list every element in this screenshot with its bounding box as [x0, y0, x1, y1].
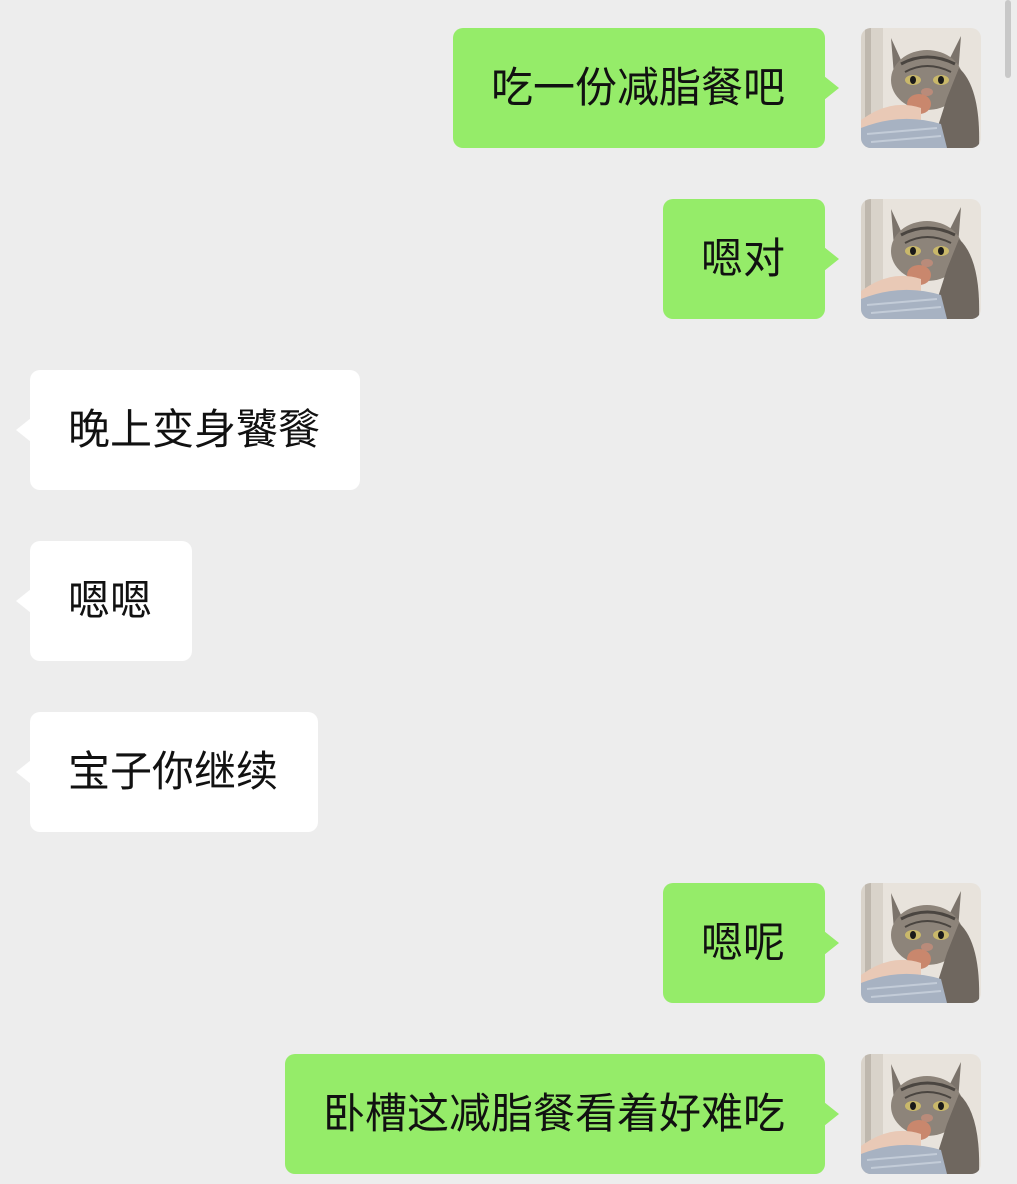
- message-bubble-incoming[interactable]: 嗯嗯: [15, 541, 193, 661]
- cat-photo-icon: [861, 199, 981, 319]
- message-bubble-outgoing[interactable]: 吃一份减脂餐吧: [452, 28, 840, 148]
- message-row-outgoing: 嗯对: [0, 199, 1017, 319]
- message-row-incoming: 宝子你继续: [0, 712, 1017, 832]
- cat-avatar[interactable]: [861, 1054, 981, 1174]
- cat-photo-icon: [861, 883, 981, 1003]
- cat-photo-icon: [861, 1054, 981, 1174]
- message-row-outgoing: 吃一份减脂餐吧: [0, 28, 1017, 148]
- message-bubble-outgoing[interactable]: 卧槽这减脂餐看着好难吃: [284, 1054, 840, 1174]
- message-bubble-outgoing[interactable]: 嗯对: [662, 199, 840, 319]
- cat-avatar[interactable]: [861, 28, 981, 148]
- message-bubble-incoming[interactable]: 晚上变身饕餮: [15, 370, 361, 490]
- message-row-incoming: 嗯嗯: [0, 541, 1017, 661]
- cat-photo-icon: [861, 28, 981, 148]
- cat-avatar[interactable]: [861, 883, 981, 1003]
- cat-avatar[interactable]: [861, 199, 981, 319]
- message-row-incoming: 晚上变身饕餮: [0, 370, 1017, 490]
- message-bubble-incoming[interactable]: 宝子你继续: [15, 712, 319, 832]
- message-row-outgoing: 嗯呢: [0, 883, 1017, 1003]
- chat-message-list[interactable]: 吃一份减脂餐吧 嗯对 晚上变身饕餮 嗯嗯 宝子你继续 嗯呢 卧槽这减脂餐看着好难…: [0, 0, 1017, 1184]
- message-row-outgoing: 卧槽这减脂餐看着好难吃: [0, 1054, 1017, 1174]
- scrollbar[interactable]: [1005, 0, 1011, 78]
- message-bubble-outgoing[interactable]: 嗯呢: [662, 883, 840, 1003]
